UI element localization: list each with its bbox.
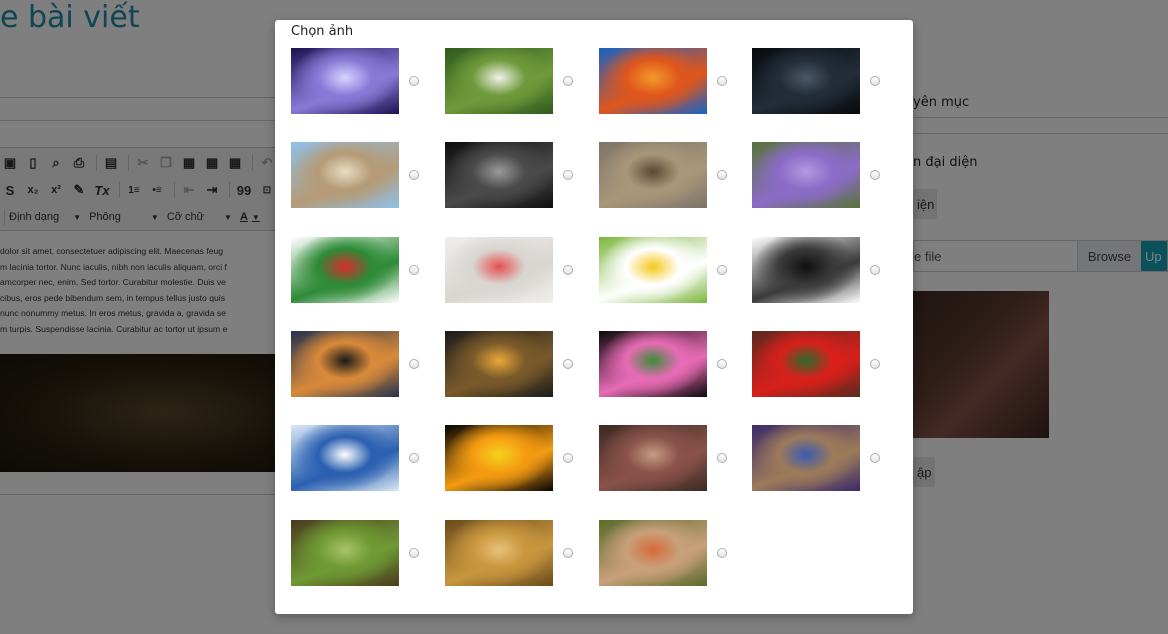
image-select-radio[interactable]: [409, 548, 419, 558]
image-option: [291, 425, 431, 491]
oranges-image[interactable]: [445, 425, 553, 491]
galaxy-image[interactable]: [291, 48, 399, 114]
image-select-radio[interactable]: [717, 76, 727, 86]
image-select-radio[interactable]: [409, 170, 419, 180]
image-option: [445, 142, 585, 208]
image-select-radio[interactable]: [409, 453, 419, 463]
image-select-radio[interactable]: [717, 170, 727, 180]
autumn-leaves-image[interactable]: [599, 48, 707, 114]
image-select-radio[interactable]: [717, 265, 727, 275]
thistle-flower-image[interactable]: [752, 142, 860, 208]
image-option: [752, 425, 892, 491]
christmas-icons-image[interactable]: [291, 237, 399, 303]
image-picker-modal: Chọn ảnh: [275, 20, 913, 614]
image-select-radio[interactable]: [870, 170, 880, 180]
daisy-image[interactable]: [599, 237, 707, 303]
blue-chairs-image[interactable]: [291, 425, 399, 491]
image-select-radio[interactable]: [563, 359, 573, 369]
image-select-radio[interactable]: [870, 265, 880, 275]
deer-image[interactable]: [599, 142, 707, 208]
image-option: [752, 48, 892, 114]
bird-fence-image[interactable]: [599, 520, 707, 586]
modal-title: Chọn ảnh: [291, 24, 354, 39]
image-option: [445, 520, 585, 586]
grapes-image[interactable]: [291, 520, 399, 586]
image-option: [291, 142, 431, 208]
image-select-radio[interactable]: [717, 359, 727, 369]
image-option: [445, 425, 585, 491]
chihuahua-image[interactable]: [752, 425, 860, 491]
map-image[interactable]: [445, 237, 553, 303]
image-option: [599, 48, 739, 114]
orchids-image[interactable]: [599, 331, 707, 397]
image-select-radio[interactable]: [563, 453, 573, 463]
image-select-radio[interactable]: [563, 170, 573, 180]
image-select-radio[interactable]: [870, 76, 880, 86]
image-option: [445, 48, 585, 114]
image-select-radio[interactable]: [717, 453, 727, 463]
wheat-field-image[interactable]: [445, 520, 553, 586]
image-select-radio[interactable]: [870, 453, 880, 463]
image-select-radio[interactable]: [563, 76, 573, 86]
dark-knight-image[interactable]: [752, 48, 860, 114]
image-select-radio[interactable]: [563, 265, 573, 275]
sunset-clouds-image[interactable]: [445, 331, 553, 397]
image-option: [599, 142, 739, 208]
image-select-radio[interactable]: [409, 265, 419, 275]
image-option: [291, 48, 431, 114]
image-select-radio[interactable]: [870, 359, 880, 369]
image-select-radio[interactable]: [409, 359, 419, 369]
image-option: [752, 142, 892, 208]
dragon-image[interactable]: [752, 237, 860, 303]
image-option: [291, 520, 431, 586]
owl-image[interactable]: [445, 48, 553, 114]
tunnel-image[interactable]: [445, 142, 553, 208]
image-option: [599, 331, 739, 397]
red-flowers-image[interactable]: [752, 331, 860, 397]
image-option: [752, 237, 892, 303]
image-option: [291, 237, 431, 303]
image-option: [599, 520, 739, 586]
image-option: [599, 237, 739, 303]
image-option: [599, 425, 739, 491]
image-select-radio[interactable]: [717, 548, 727, 558]
image-option: [752, 331, 892, 397]
image-option: [445, 237, 585, 303]
sunset-tree-image[interactable]: [291, 331, 399, 397]
beach-fort-image[interactable]: [291, 142, 399, 208]
image-option: [291, 331, 431, 397]
image-select-radio[interactable]: [409, 76, 419, 86]
image-option: [445, 331, 585, 397]
girl-window-image[interactable]: [599, 425, 707, 491]
image-select-radio[interactable]: [563, 548, 573, 558]
